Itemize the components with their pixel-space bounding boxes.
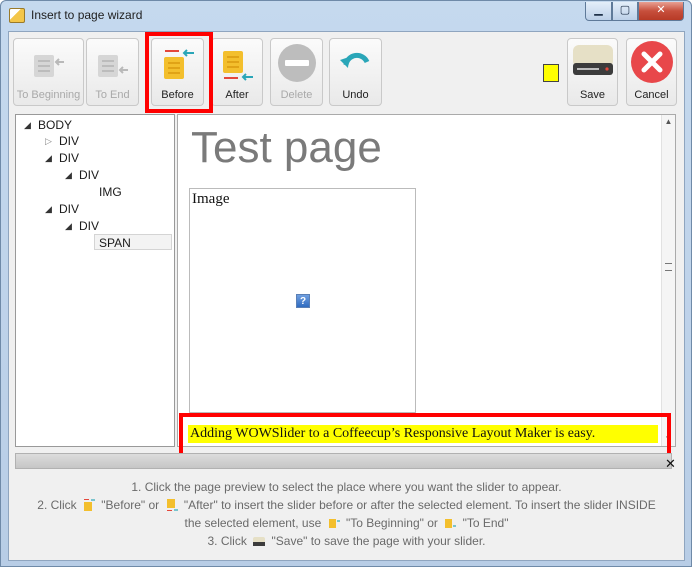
scroll-thumb-grip[interactable] bbox=[665, 263, 672, 271]
after-button[interactable]: After bbox=[211, 38, 263, 106]
doc-arrow-right-icon bbox=[97, 55, 128, 77]
highlight-color-swatch[interactable] bbox=[543, 64, 559, 82]
preview-vertical-scrollbar[interactable]: ▲ ▼ bbox=[661, 115, 675, 446]
collapsed-arrow-icon[interactable]: ▷ bbox=[45, 133, 52, 149]
tree-node-span-selected[interactable]: SPAN bbox=[94, 234, 172, 250]
tree-node-label: DIV bbox=[59, 134, 80, 148]
to-beginning-mini-icon bbox=[328, 519, 340, 528]
broken-image-icon: ? bbox=[296, 294, 310, 308]
undo-arrow-icon bbox=[339, 52, 369, 68]
save-label: Save bbox=[579, 89, 606, 101]
expanded-arrow-icon[interactable]: ◢ bbox=[45, 150, 52, 166]
toolbar: To Beginning To End Before After Delete … bbox=[9, 32, 684, 112]
image-alt-label: Image bbox=[192, 191, 230, 207]
instruction-line-1: 1. Click the page preview to select the … bbox=[131, 480, 562, 494]
window-title: Insert to page wizard bbox=[31, 8, 143, 22]
after-mini-icon bbox=[166, 499, 178, 511]
save-button[interactable]: Save bbox=[567, 38, 618, 106]
to-end-label: To End bbox=[95, 89, 130, 101]
minus-circle-icon bbox=[277, 44, 316, 82]
after-label: After bbox=[225, 89, 249, 101]
preview-image-element[interactable]: Image ? bbox=[189, 188, 416, 413]
instruction-text: "To Beginning" or bbox=[345, 516, 438, 530]
to-end-mini-icon bbox=[445, 519, 457, 528]
expanded-arrow-icon[interactable]: ◢ bbox=[45, 201, 52, 217]
tree-node-img[interactable]: IMG bbox=[99, 184, 122, 200]
undo-button[interactable]: Undo bbox=[329, 38, 382, 106]
delete-label: Delete bbox=[280, 89, 313, 101]
instruction-text: "Save" to save the page with your slider… bbox=[271, 534, 486, 548]
before-mini-icon bbox=[83, 499, 95, 511]
close-panel-icon[interactable]: ✕ bbox=[665, 456, 676, 472]
page-preview[interactable]: Test page Image ? Adding WOWSlider to a … bbox=[177, 114, 676, 447]
tree-node-label: SPAN bbox=[99, 236, 131, 250]
cancel-label: Cancel bbox=[634, 89, 669, 101]
dom-tree-panel[interactable]: ◢ BODY ▷ DIV ◢ DIV ◢ DIV IMG ◢ DIV ◢ DIV… bbox=[15, 114, 175, 447]
tree-node-label: IMG bbox=[99, 185, 122, 199]
drive-icon bbox=[572, 45, 613, 75]
expanded-arrow-icon[interactable]: ◢ bbox=[65, 218, 72, 234]
minimize-button[interactable]: ▁ bbox=[585, 2, 612, 21]
instruction-text: 2. Click bbox=[37, 498, 77, 512]
preview-page-title[interactable]: Test page bbox=[191, 123, 382, 173]
instruction-line-3: the selected element, use "To Beginning"… bbox=[9, 514, 684, 532]
tree-node-div[interactable]: ◢ DIV bbox=[65, 218, 100, 234]
tree-node-label: DIV bbox=[59, 151, 80, 165]
to-beginning-label: To Beginning bbox=[16, 89, 81, 101]
maximize-button[interactable]: ▢ bbox=[612, 2, 638, 21]
status-strip bbox=[15, 453, 672, 469]
tree-node-label: DIV bbox=[79, 168, 100, 182]
tree-node-label: BODY bbox=[38, 118, 73, 132]
instructions: 1. Click the page preview to select the … bbox=[9, 478, 684, 550]
tree-node-label: DIV bbox=[79, 219, 100, 233]
span-highlight-frame bbox=[179, 413, 671, 458]
app-icon bbox=[9, 8, 25, 23]
save-mini-icon bbox=[253, 537, 266, 546]
instruction-text: "To End" bbox=[462, 516, 509, 530]
scroll-up-arrow-icon[interactable]: ▲ bbox=[662, 115, 675, 129]
tree-node-div[interactable]: ◢ DIV bbox=[45, 201, 80, 217]
instruction-line-2: 2. Click "Before" or "After" to insert t… bbox=[9, 496, 684, 514]
tree-node-body[interactable]: ◢ BODY bbox=[24, 117, 73, 133]
delete-button[interactable]: Delete bbox=[270, 38, 323, 106]
doc-arrow-after-icon bbox=[223, 51, 253, 81]
to-beginning-button[interactable]: To Beginning bbox=[13, 38, 84, 106]
tree-node-div[interactable]: ◢ DIV bbox=[45, 150, 80, 166]
tree-node-div[interactable]: ◢ DIV bbox=[65, 167, 100, 183]
before-highlight-frame bbox=[145, 32, 213, 113]
title-bar[interactable]: Insert to page wizard ▁ ▢ ✕ bbox=[1, 1, 691, 31]
cancel-button[interactable]: Cancel bbox=[626, 38, 677, 106]
close-window-button[interactable]: ✕ bbox=[638, 2, 684, 21]
expanded-arrow-icon[interactable]: ◢ bbox=[65, 167, 72, 183]
tree-node-label: DIV bbox=[59, 202, 80, 216]
wizard-window: Insert to page wizard ▁ ▢ ✕ To Beginning bbox=[0, 0, 692, 567]
tree-node-div[interactable]: ▷ DIV bbox=[45, 133, 80, 149]
x-circle-icon bbox=[630, 41, 673, 83]
undo-label: Undo bbox=[342, 89, 369, 101]
instruction-text: "After" to insert the slider before or a… bbox=[183, 498, 656, 512]
expanded-arrow-icon[interactable]: ◢ bbox=[24, 117, 31, 133]
instruction-text: 3. Click bbox=[207, 534, 247, 548]
instruction-text: "Before" or bbox=[101, 498, 160, 512]
client-area: To Beginning To End Before After Delete … bbox=[8, 31, 685, 561]
to-end-button[interactable]: To End bbox=[86, 38, 139, 106]
doc-arrow-left-icon bbox=[33, 55, 64, 77]
instruction-line-4: 3. Click "Save" to save the page with yo… bbox=[9, 532, 684, 550]
instruction-text: the selected element, use bbox=[184, 516, 322, 530]
